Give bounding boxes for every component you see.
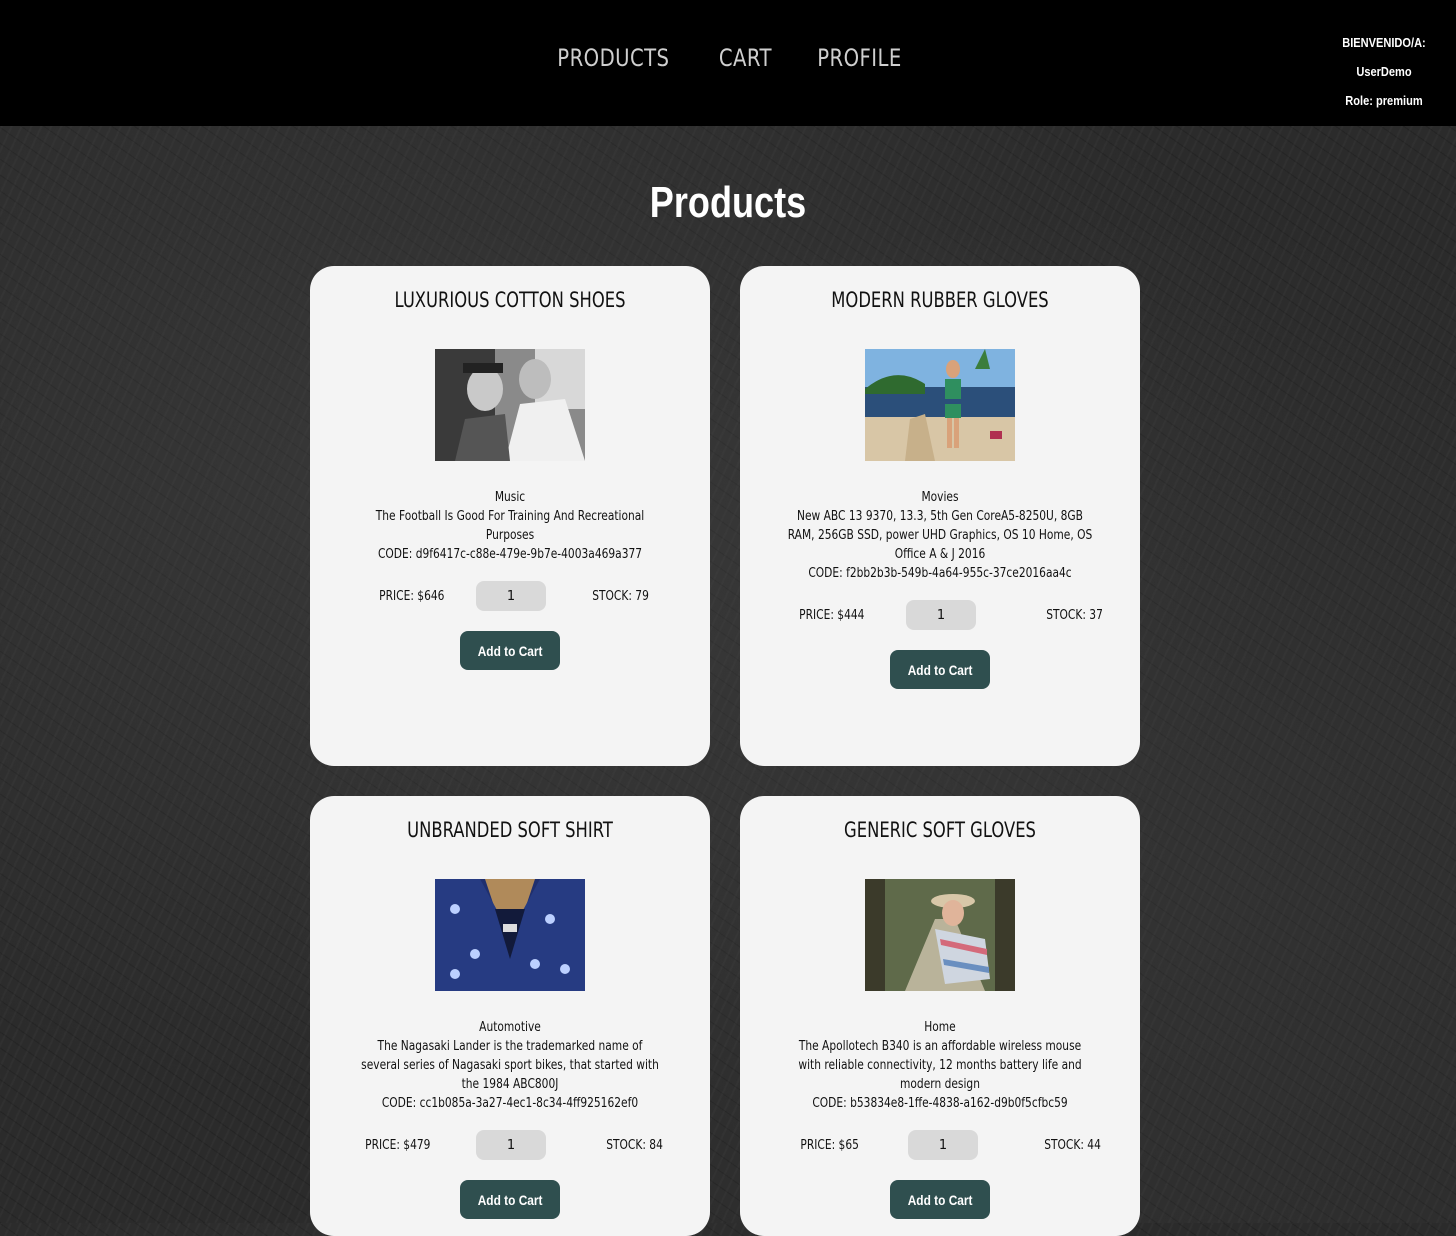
product-details: Movies New ABC 13 9370, 13.3, 5th Gen Co… xyxy=(754,488,1126,689)
product-description: The Nagasaki Lander is the trademarked n… xyxy=(361,1039,659,1092)
product-category: Automotive xyxy=(479,1020,541,1035)
product-controls: PRICE: $479 STOCK: 84 xyxy=(324,1130,696,1160)
nav-links: PRODUCTS CART PROFILE xyxy=(0,44,1456,72)
product-controls: PRICE: $444 STOCK: 37 xyxy=(754,600,1126,630)
photo-blue-shirt-icon xyxy=(435,879,585,991)
product-card: LUXURIOUS COTTON SHOES Music The Footbal… xyxy=(310,266,710,766)
product-details: Music The Football Is Good For Training … xyxy=(324,488,696,670)
product-card: MODERN RUBBER GLOVES Movies New ABC 13 9… xyxy=(740,266,1140,766)
product-details: Automotive The Nagasaki Lander is the tr… xyxy=(324,1018,696,1219)
product-stock: STOCK: 84 xyxy=(606,1138,663,1153)
add-to-cart-button[interactable]: Add to Cart xyxy=(460,1180,560,1219)
product-price: PRICE: $65 xyxy=(800,1138,859,1153)
nav-link-products[interactable]: PRODUCTS xyxy=(558,44,670,72)
product-stock: STOCK: 79 xyxy=(592,589,649,604)
photo-bw-woman-icon xyxy=(435,349,585,461)
product-name: UNBRANDED SOFT SHIRT xyxy=(407,818,613,842)
add-to-cart-label: Add to Cart xyxy=(477,642,543,659)
page-title: Products xyxy=(649,178,807,227)
user-name: UserDemo xyxy=(1356,64,1412,79)
product-description: The Football Is Good For Training And Re… xyxy=(375,509,645,543)
quantity-input[interactable] xyxy=(908,1130,978,1160)
photo-woman-hat-icon xyxy=(865,879,1015,991)
product-name: GENERIC SOFT GLOVES xyxy=(844,818,1036,842)
add-to-cart-button[interactable]: Add to Cart xyxy=(460,631,560,670)
product-category: Home xyxy=(924,1020,956,1035)
product-controls: PRICE: $646 STOCK: 79 xyxy=(324,581,696,611)
product-code: CODE: cc1b085a-3a27-4ec1-8c34-4ff925162e… xyxy=(381,1096,639,1111)
product-code: CODE: b53834e8-1ffe-4838-a162-d9b0f5cfbc… xyxy=(812,1096,1068,1111)
user-info: BIENVENIDO/A: UserDemo Role: premium xyxy=(1334,28,1434,115)
product-details: Home The Apollotech B340 is an affordabl… xyxy=(754,1018,1126,1219)
product-card: UNBRANDED SOFT SHIRT Automotive The Naga… xyxy=(310,796,710,1236)
photo-beach-avatar-icon xyxy=(865,349,1015,461)
nav-link-cart[interactable]: CART xyxy=(718,44,771,72)
product-price: PRICE: $444 xyxy=(799,608,865,623)
add-to-cart-label: Add to Cart xyxy=(477,1191,543,1208)
product-description: New ABC 13 9370, 13.3, 5th Gen CoreA5-82… xyxy=(787,509,1093,562)
product-price: PRICE: $646 xyxy=(379,589,445,604)
user-role: Role: premium xyxy=(1345,93,1423,108)
navbar: PRODUCTS CART PROFILE BIENVENIDO/A: User… xyxy=(0,0,1456,126)
product-code: CODE: f2bb2b3b-549b-4a64-955c-37ce2016aa… xyxy=(808,566,1072,581)
product-category: Movies xyxy=(921,490,959,505)
product-category: Music xyxy=(494,490,526,505)
product-stock: STOCK: 37 xyxy=(1046,608,1103,623)
nav-link-profile[interactable]: PROFILE xyxy=(817,44,901,72)
product-price: PRICE: $479 xyxy=(365,1138,431,1153)
quantity-input[interactable] xyxy=(906,600,976,630)
add-to-cart-label: Add to Cart xyxy=(907,661,973,678)
product-name: MODERN RUBBER GLOVES xyxy=(831,288,1049,312)
product-card: GENERIC SOFT GLOVES Home The Apollotech … xyxy=(740,796,1140,1236)
product-name: LUXURIOUS COTTON SHOES xyxy=(394,288,626,312)
quantity-input[interactable] xyxy=(476,581,546,611)
product-controls: PRICE: $65 STOCK: 44 xyxy=(754,1130,1126,1160)
add-to-cart-button[interactable]: Add to Cart xyxy=(890,650,990,689)
user-greeting: BIENVENIDO/A: xyxy=(1342,35,1426,50)
product-code: CODE: d9f6417c-c88e-479e-9b7e-4003a469a3… xyxy=(377,547,643,562)
add-to-cart-button[interactable]: Add to Cart xyxy=(890,1180,990,1219)
product-description: The Apollotech B340 is an affordable wir… xyxy=(798,1039,1082,1092)
quantity-input[interactable] xyxy=(476,1130,546,1160)
product-stock: STOCK: 44 xyxy=(1044,1138,1101,1153)
add-to-cart-label: Add to Cart xyxy=(907,1191,973,1208)
